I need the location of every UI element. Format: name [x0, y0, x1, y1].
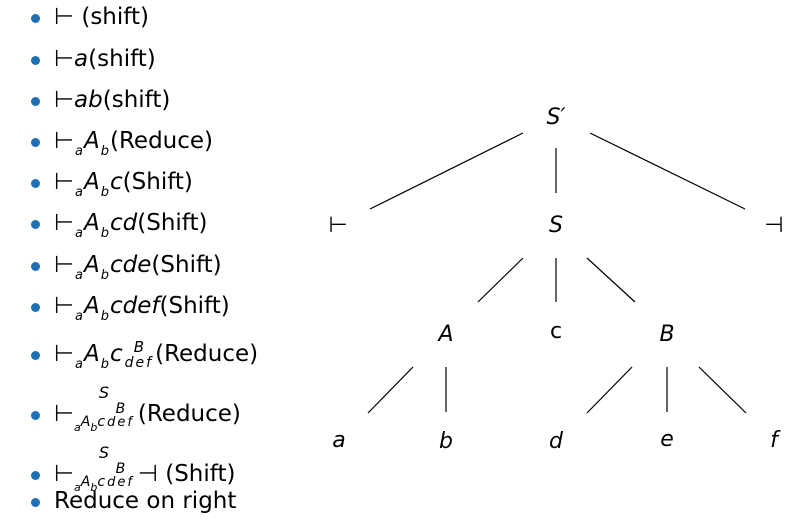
tree-edge — [369, 132, 524, 210]
tree-edges — [367, 132, 747, 414]
node-A: A — [438, 322, 454, 347]
node-B: B — [659, 322, 675, 347]
node-f: f — [770, 428, 778, 453]
tree-edge — [367, 366, 414, 414]
node-root: S′ — [546, 105, 566, 130]
tree-edge — [586, 257, 636, 303]
node-left-turnstile: ⊢ — [328, 213, 348, 238]
tree-edge — [589, 132, 746, 210]
node-c: c — [549, 319, 563, 344]
node-e: e — [660, 427, 674, 452]
node-a: a — [332, 428, 346, 453]
tree-edge — [586, 366, 633, 414]
node-right-turnstile: ⊣ — [764, 213, 784, 238]
node-S: S — [549, 213, 563, 238]
node-d: d — [549, 429, 563, 454]
node-b: b — [439, 429, 453, 454]
tree-edge — [477, 257, 524, 303]
tree-edge — [698, 366, 747, 414]
